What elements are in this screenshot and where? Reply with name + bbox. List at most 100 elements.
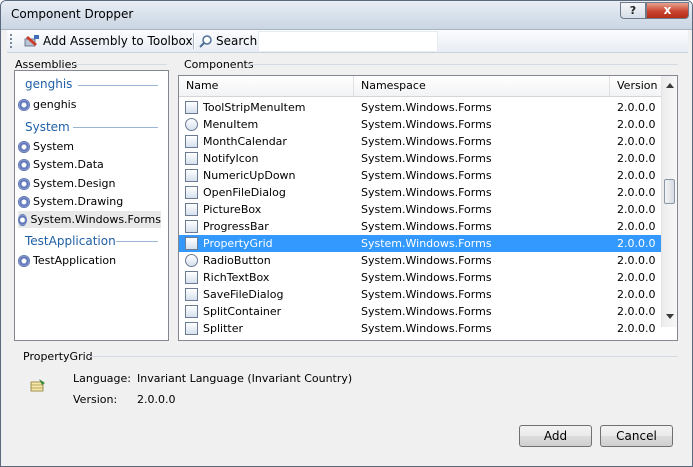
cell-name: NumericUpDown: [203, 169, 296, 182]
cell-version: 2.0.0.0: [617, 322, 656, 335]
assembly-item-system-data[interactable]: System.Data: [18, 156, 161, 173]
cell-version: 2.0.0.0: [617, 101, 656, 114]
property-grid-icon: [185, 237, 198, 250]
cell-name: SplitContainer: [203, 305, 282, 318]
cell-namespace: System.Windows.Forms: [361, 186, 492, 199]
table-row[interactable]: PropertyGrid System.Windows.Forms 2.0.0.0: [179, 235, 661, 252]
cell-name: SaveFileDialog: [203, 288, 284, 301]
notify-icon-icon: [185, 152, 198, 165]
cell-namespace: System.Windows.Forms: [361, 135, 492, 148]
version-label: Version:: [73, 393, 118, 406]
assembly-item-testapplication[interactable]: TestApplication: [18, 252, 161, 269]
components-group-divider: [246, 64, 678, 65]
scroll-thumb[interactable]: [664, 179, 675, 204]
gear-icon: [18, 177, 30, 190]
version-value: 2.0.0.0: [137, 393, 176, 406]
gear-icon: [18, 195, 30, 208]
search-input[interactable]: [258, 31, 438, 52]
table-row[interactable]: NumericUpDown System.Windows.Forms 2.0.0.0: [179, 167, 661, 184]
scroll-down-arrow[interactable]: [666, 314, 674, 319]
cell-name: NotifyIcon: [203, 152, 259, 165]
table-row[interactable]: SplitContainer System.Windows.Forms 2.0.0.…: [179, 303, 661, 320]
cell-version: 2.0.0.0: [617, 288, 656, 301]
split-container-icon: [185, 305, 198, 318]
cell-namespace: System.Windows.Forms: [361, 271, 492, 284]
close-button[interactable]: x: [646, 2, 689, 19]
assembly-item-system-windows-forms[interactable]: System.Windows.Forms: [18, 211, 161, 228]
components-scrollbar[interactable]: [661, 76, 677, 327]
gear-icon: [18, 98, 30, 111]
table-row[interactable]: MenuItem System.Windows.Forms 2.0.0.0: [179, 116, 661, 133]
cell-namespace: System.Windows.Forms: [361, 220, 492, 233]
table-row[interactable]: PictureBox System.Windows.Forms 2.0.0.0: [179, 201, 661, 218]
picture-box-icon: [185, 203, 198, 216]
components-header: Name Namespace Version: [179, 76, 661, 97]
cell-name: Splitter: [203, 322, 243, 335]
cell-namespace: System.Windows.Forms: [361, 237, 492, 250]
cell-name: ProgressBar: [203, 220, 269, 233]
cell-version: 2.0.0.0: [617, 305, 656, 318]
save-file-dialog-icon: [185, 288, 198, 301]
assembly-item-system-design[interactable]: System.Design: [18, 175, 161, 192]
table-row[interactable]: OpenFileDialog System.Windows.Forms 2.0.0.…: [179, 184, 661, 201]
search-icon: [199, 35, 212, 48]
help-button[interactable]: ?: [620, 2, 646, 19]
cell-namespace: System.Windows.Forms: [361, 118, 492, 131]
column-header-namespace[interactable]: Namespace: [354, 76, 610, 96]
gear-icon: [18, 158, 30, 171]
table-row[interactable]: RichTextBox System.Windows.Forms 2.0.0.0: [179, 269, 661, 286]
progress-bar-icon: [185, 220, 198, 233]
table-row[interactable]: ToolStripMenuItem System.Windows.Forms 2.0…: [179, 99, 661, 116]
property-grid-detail-icon: [30, 379, 45, 392]
cell-version: 2.0.0.0: [617, 169, 656, 182]
table-row[interactable]: SaveFileDialog System.Windows.Forms 2.0.0.…: [179, 286, 661, 303]
gear-icon: [18, 140, 30, 153]
assembly-item-genghis[interactable]: genghis: [18, 96, 161, 113]
table-row[interactable]: MonthCalendar System.Windows.Forms 2.0.0.0: [179, 133, 661, 150]
table-row[interactable]: Splitter System.Windows.Forms 2.0.0.0: [179, 320, 661, 337]
details-divider: [89, 356, 678, 357]
cell-name: ToolStripMenuItem: [203, 101, 306, 114]
search-button[interactable]: Search: [196, 32, 260, 50]
cell-namespace: System.Windows.Forms: [361, 288, 492, 301]
add-button[interactable]: Add: [519, 425, 592, 447]
assembly-item-label: genghis: [33, 98, 77, 111]
gear-icon: [185, 118, 198, 131]
cell-version: 2.0.0.0: [617, 203, 656, 216]
assembly-item-system[interactable]: System: [18, 138, 161, 155]
rich-text-box-icon: [185, 271, 198, 284]
scroll-up-arrow[interactable]: [666, 83, 674, 88]
components-group-title: Components: [184, 58, 254, 71]
assembly-group-divider: [116, 241, 158, 242]
cell-namespace: System.Windows.Forms: [361, 203, 492, 216]
table-row[interactable]: NotifyIcon System.Windows.Forms 2.0.0.0: [179, 150, 661, 167]
numeric-updown-icon: [185, 169, 198, 182]
toolbar: Add Assembly to Toolbox Search: [7, 30, 688, 53]
table-row[interactable]: RadioButton System.Windows.Forms 2.0.0.0: [179, 252, 661, 269]
components-list[interactable]: Name Namespace Version ToolStripMenuItem…: [178, 75, 678, 341]
toolbar-separator: [193, 33, 195, 49]
gear-icon: [18, 254, 30, 267]
cell-version: 2.0.0.0: [617, 186, 656, 199]
radio-button-icon: [185, 254, 198, 267]
cell-namespace: System.Windows.Forms: [361, 169, 492, 182]
table-row[interactable]: ProgressBar System.Windows.Forms 2.0.0.0: [179, 218, 661, 235]
assembly-item-label: System: [33, 140, 75, 153]
assembly-group-testapplication: TestApplication: [25, 234, 116, 248]
column-header-version[interactable]: Version: [610, 76, 661, 96]
cell-namespace: System.Windows.Forms: [361, 152, 492, 165]
toolstrip-menu-item-icon: [185, 101, 198, 114]
add-assembly-button[interactable]: Add Assembly to Toolbox: [21, 32, 196, 50]
language-value: Invariant Language (Invariant Country): [137, 372, 353, 385]
window-title: Component Dropper: [11, 7, 134, 21]
column-header-name[interactable]: Name: [179, 76, 354, 96]
cancel-button[interactable]: Cancel: [600, 425, 673, 447]
language-label: Language:: [73, 372, 131, 385]
toolbar-grip[interactable]: [10, 34, 15, 48]
assemblies-group-divider: [73, 64, 167, 65]
assembly-item-system-drawing[interactable]: System.Drawing: [18, 193, 161, 210]
cell-namespace: System.Windows.Forms: [361, 305, 492, 318]
calendar-icon: [185, 135, 198, 148]
assemblies-list[interactable]: genghis genghis System System System.Dat…: [14, 70, 169, 341]
open-file-dialog-icon: [185, 186, 198, 199]
